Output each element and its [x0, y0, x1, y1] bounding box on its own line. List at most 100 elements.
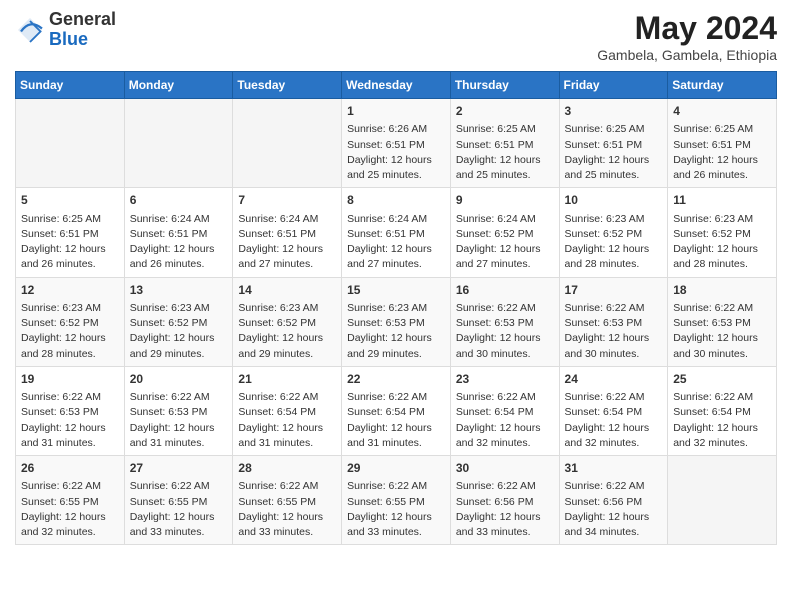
- calendar-cell: 14 Sunrise: 6:23 AM Sunset: 6:52 PM Dayli…: [233, 277, 342, 366]
- calendar-week-2: 5 Sunrise: 6:25 AM Sunset: 6:51 PM Daylig…: [16, 188, 777, 277]
- calendar-cell: 18 Sunrise: 6:22 AM Sunset: 6:53 PM Dayli…: [668, 277, 777, 366]
- day-number: 20: [130, 371, 228, 388]
- calendar-week-5: 26 Sunrise: 6:22 AM Sunset: 6:55 PM Dayli…: [16, 456, 777, 545]
- day-info: Sunrise: 6:25 AM Sunset: 6:51 PM Dayligh…: [456, 122, 554, 183]
- day-number: 21: [238, 371, 336, 388]
- day-number: 25: [673, 371, 771, 388]
- day-number: 13: [130, 282, 228, 299]
- day-number: 24: [565, 371, 663, 388]
- day-number: 5: [21, 192, 119, 209]
- calendar-week-1: 1 Sunrise: 6:26 AM Sunset: 6:51 PM Daylig…: [16, 99, 777, 188]
- day-info: Sunrise: 6:22 AM Sunset: 6:56 PM Dayligh…: [456, 479, 554, 540]
- calendar-cell: 31Sunrise: 6:22 AM Sunset: 6:56 PM Dayli…: [559, 456, 668, 545]
- weekday-row: SundayMondayTuesdayWednesdayThursdayFrid…: [16, 72, 777, 99]
- day-info: Sunrise: 6:24 AM Sunset: 6:51 PM Dayligh…: [238, 212, 336, 273]
- day-info: Sunrise: 6:22 AM Sunset: 6:53 PM Dayligh…: [673, 301, 771, 362]
- calendar-cell: 6 Sunrise: 6:24 AM Sunset: 6:51 PM Daylig…: [124, 188, 233, 277]
- day-number: 19: [21, 371, 119, 388]
- month-title: May 2024: [597, 10, 777, 47]
- day-number: 28: [238, 460, 336, 477]
- weekday-header-saturday: Saturday: [668, 72, 777, 99]
- day-number: 29: [347, 460, 445, 477]
- calendar-cell: 16 Sunrise: 6:22 AM Sunset: 6:53 PM Dayli…: [450, 277, 559, 366]
- day-info: Sunrise: 6:23 AM Sunset: 6:53 PM Dayligh…: [347, 301, 445, 362]
- day-info: Sunrise: 6:22 AM Sunset: 6:53 PM Dayligh…: [456, 301, 554, 362]
- day-info: Sunrise: 6:23 AM Sunset: 6:52 PM Dayligh…: [673, 212, 771, 273]
- calendar-cell: 19 Sunrise: 6:22 AM Sunset: 6:53 PM Dayli…: [16, 366, 125, 455]
- day-info: Sunrise: 6:23 AM Sunset: 6:52 PM Dayligh…: [130, 301, 228, 362]
- day-info: Sunrise: 6:22 AM Sunset: 6:55 PM Dayligh…: [238, 479, 336, 540]
- logo: General Blue: [15, 10, 116, 50]
- calendar-cell: 30 Sunrise: 6:22 AM Sunset: 6:56 PM Dayli…: [450, 456, 559, 545]
- day-info: Sunrise: 6:22 AM Sunset: 6:54 PM Dayligh…: [565, 390, 663, 451]
- calendar-body: 1 Sunrise: 6:26 AM Sunset: 6:51 PM Daylig…: [16, 99, 777, 545]
- day-info: Sunrise: 6:24 AM Sunset: 6:51 PM Dayligh…: [130, 212, 228, 273]
- day-number: 7: [238, 192, 336, 209]
- day-number: 27: [130, 460, 228, 477]
- day-info: Sunrise: 6:22 AM Sunset: 6:55 PM Dayligh…: [347, 479, 445, 540]
- calendar-cell: [668, 456, 777, 545]
- day-number: 3: [565, 103, 663, 120]
- calendar-cell: 7 Sunrise: 6:24 AM Sunset: 6:51 PM Daylig…: [233, 188, 342, 277]
- day-number: 30: [456, 460, 554, 477]
- day-info: Sunrise: 6:23 AM Sunset: 6:52 PM Dayligh…: [238, 301, 336, 362]
- calendar-header: SundayMondayTuesdayWednesdayThursdayFrid…: [16, 72, 777, 99]
- calendar-cell: 26Sunrise: 6:22 AM Sunset: 6:55 PM Dayli…: [16, 456, 125, 545]
- calendar-cell: 12Sunrise: 6:23 AM Sunset: 6:52 PM Dayli…: [16, 277, 125, 366]
- logo-general: General: [49, 9, 116, 29]
- day-number: 31: [565, 460, 663, 477]
- day-number: 26: [21, 460, 119, 477]
- day-number: 4: [673, 103, 771, 120]
- calendar-cell: 28 Sunrise: 6:22 AM Sunset: 6:55 PM Dayli…: [233, 456, 342, 545]
- calendar-cell: 11 Sunrise: 6:23 AM Sunset: 6:52 PM Dayli…: [668, 188, 777, 277]
- calendar-cell: 24 Sunrise: 6:22 AM Sunset: 6:54 PM Dayli…: [559, 366, 668, 455]
- logo-icon: [15, 15, 45, 45]
- calendar-cell: 3 Sunrise: 6:25 AM Sunset: 6:51 PM Daylig…: [559, 99, 668, 188]
- calendar-cell: 25 Sunrise: 6:22 AM Sunset: 6:54 PM Dayli…: [668, 366, 777, 455]
- calendar-cell: [16, 99, 125, 188]
- day-info: Sunrise: 6:25 AM Sunset: 6:51 PM Dayligh…: [565, 122, 663, 183]
- day-info: Sunrise: 6:22 AM Sunset: 6:53 PM Dayligh…: [130, 390, 228, 451]
- calendar-cell: 10 Sunrise: 6:23 AM Sunset: 6:52 PM Dayli…: [559, 188, 668, 277]
- day-info: Sunrise: 6:25 AM Sunset: 6:51 PM Dayligh…: [21, 212, 119, 273]
- calendar-cell: 15 Sunrise: 6:23 AM Sunset: 6:53 PM Dayli…: [342, 277, 451, 366]
- weekday-header-wednesday: Wednesday: [342, 72, 451, 99]
- day-number: 2: [456, 103, 554, 120]
- title-block: May 2024 Gambela, Gambela, Ethiopia: [597, 10, 777, 63]
- calendar-table: SundayMondayTuesdayWednesdayThursdayFrid…: [15, 71, 777, 545]
- day-number: 1: [347, 103, 445, 120]
- day-info: Sunrise: 6:22 AM Sunset: 6:53 PM Dayligh…: [21, 390, 119, 451]
- day-info: Sunrise: 6:26 AM Sunset: 6:51 PM Dayligh…: [347, 122, 445, 183]
- location: Gambela, Gambela, Ethiopia: [597, 47, 777, 63]
- day-number: 17: [565, 282, 663, 299]
- page-header: General Blue May 2024 Gambela, Gambela, …: [15, 10, 777, 63]
- day-info: Sunrise: 6:25 AM Sunset: 6:51 PM Dayligh…: [673, 122, 771, 183]
- calendar-cell: [124, 99, 233, 188]
- calendar-cell: 29 Sunrise: 6:22 AM Sunset: 6:55 PM Dayli…: [342, 456, 451, 545]
- day-info: Sunrise: 6:22 AM Sunset: 6:54 PM Dayligh…: [238, 390, 336, 451]
- day-number: 10: [565, 192, 663, 209]
- day-number: 16: [456, 282, 554, 299]
- day-number: 9: [456, 192, 554, 209]
- day-number: 6: [130, 192, 228, 209]
- day-info: Sunrise: 6:24 AM Sunset: 6:52 PM Dayligh…: [456, 212, 554, 273]
- day-info: Sunrise: 6:22 AM Sunset: 6:54 PM Dayligh…: [456, 390, 554, 451]
- day-number: 18: [673, 282, 771, 299]
- weekday-header-thursday: Thursday: [450, 72, 559, 99]
- calendar-cell: 27 Sunrise: 6:22 AM Sunset: 6:55 PM Dayli…: [124, 456, 233, 545]
- day-info: Sunrise: 6:24 AM Sunset: 6:51 PM Dayligh…: [347, 212, 445, 273]
- day-info: Sunrise: 6:23 AM Sunset: 6:52 PM Dayligh…: [565, 212, 663, 273]
- day-number: 11: [673, 192, 771, 209]
- calendar-week-3: 12Sunrise: 6:23 AM Sunset: 6:52 PM Dayli…: [16, 277, 777, 366]
- calendar-cell: 13 Sunrise: 6:23 AM Sunset: 6:52 PM Dayli…: [124, 277, 233, 366]
- calendar-cell: 9 Sunrise: 6:24 AM Sunset: 6:52 PM Daylig…: [450, 188, 559, 277]
- day-number: 15: [347, 282, 445, 299]
- calendar-cell: 1 Sunrise: 6:26 AM Sunset: 6:51 PM Daylig…: [342, 99, 451, 188]
- calendar-cell: 20 Sunrise: 6:22 AM Sunset: 6:53 PM Dayli…: [124, 366, 233, 455]
- logo-blue: Blue: [49, 29, 88, 49]
- day-info: Sunrise: 6:22 AM Sunset: 6:54 PM Dayligh…: [673, 390, 771, 451]
- day-number: 14: [238, 282, 336, 299]
- weekday-header-sunday: Sunday: [16, 72, 125, 99]
- weekday-header-tuesday: Tuesday: [233, 72, 342, 99]
- day-info: Sunrise: 6:22 AM Sunset: 6:55 PM Dayligh…: [130, 479, 228, 540]
